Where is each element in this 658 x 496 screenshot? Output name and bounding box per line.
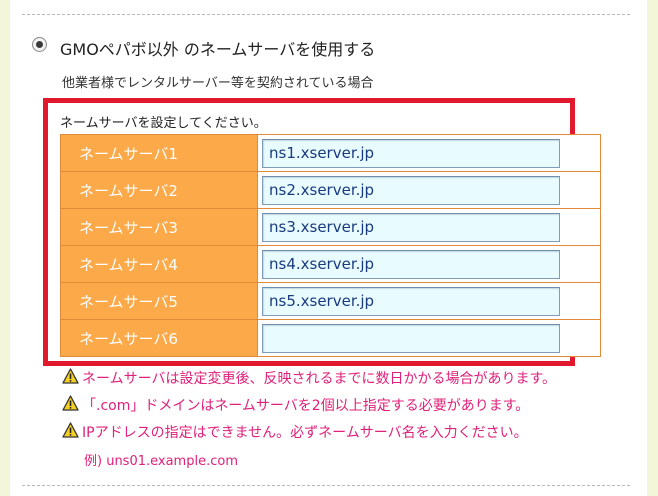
- nameserver-input-6[interactable]: [262, 323, 560, 353]
- note-text: ネームサーバは設定変更後、反映されるまでに数日かかる場合があります。: [82, 371, 557, 387]
- radio-selected-icon[interactable]: [32, 37, 47, 52]
- nameserver-input-1[interactable]: ns1.xserver.jp: [262, 138, 560, 168]
- table-row: ネームサーバ4 ns4.xserver.jp: [60, 245, 601, 283]
- table-row: ネームサーバ6: [60, 319, 601, 357]
- table-row: ネームサーバ3 ns3.xserver.jp: [60, 208, 601, 246]
- table-row: ネームサーバ2 ns2.xserver.jp: [60, 171, 601, 209]
- option-title[interactable]: GMOペパボ以外 のネームサーバを使用する: [60, 36, 375, 60]
- warning-triangle-icon: [62, 422, 79, 438]
- nameserver-input-3[interactable]: ns3.xserver.jp: [262, 212, 560, 242]
- note-text: IPアドレスの指定はできません。必ずネームサーバ名を入力ください。: [82, 425, 528, 441]
- divider-bottom: [22, 485, 630, 486]
- nameserver-label: ネームサーバ4: [60, 245, 258, 283]
- nameserver-label: ネームサーバ2: [60, 171, 258, 209]
- nameserver-label: ネームサーバ6: [60, 319, 258, 357]
- nameserver-input-2[interactable]: ns2.xserver.jp: [262, 175, 560, 205]
- example-text: 例) uns01.example.com: [84, 454, 238, 469]
- nameserver-input-5[interactable]: ns5.xserver.jp: [262, 286, 560, 316]
- note-text: 「.com」ドメインはネームサーバを2個以上指定する必要があります。: [82, 398, 530, 414]
- warning-triangle-icon: [62, 368, 79, 384]
- nameserver-label: ネームサーバ3: [60, 208, 258, 246]
- nameserver-label: ネームサーバ1: [60, 134, 258, 172]
- divider-top: [22, 14, 630, 15]
- nameserver-input-4[interactable]: ns4.xserver.jp: [262, 249, 560, 279]
- warning-triangle-icon: [62, 395, 79, 411]
- nameserver-table: ネームサーバ1 ns1.xserver.jp ネームサーバ2 ns2.xserv…: [60, 134, 601, 357]
- option-subtitle: 他業者様でレンタルサーバー等を契約されている場合: [62, 76, 374, 91]
- nameserver-label: ネームサーバ5: [60, 282, 258, 320]
- form-instruction: ネームサーバを設定してください。: [60, 116, 267, 131]
- table-row: ネームサーバ1 ns1.xserver.jp: [60, 134, 601, 172]
- table-row: ネームサーバ5 ns5.xserver.jp: [60, 282, 601, 320]
